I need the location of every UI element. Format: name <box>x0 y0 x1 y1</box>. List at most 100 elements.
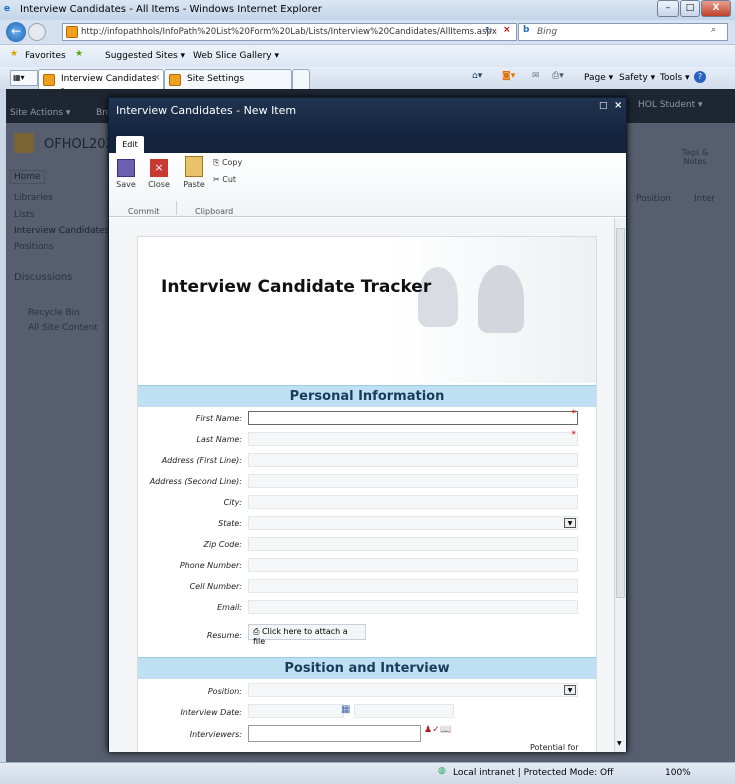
help-icon[interactable]: ? <box>694 71 706 83</box>
maximize-button[interactable]: □ <box>680 0 700 17</box>
all-site-content-link[interactable]: All Site Content <box>28 323 98 333</box>
resume-label: Resume: <box>206 631 242 640</box>
nav-lists[interactable]: Lists <box>14 210 34 220</box>
suggested-sites-link[interactable]: Suggested Sites ▾ <box>105 51 185 61</box>
text-input[interactable] <box>248 558 578 572</box>
refresh-icon[interactable]: ↻ <box>485 26 493 36</box>
new-item-dialog: Interview Candidates - New Item □ × Edit… <box>108 97 627 752</box>
check-names-icon[interactable]: ♟✓ <box>424 725 440 735</box>
close-dialog-icon[interactable]: × <box>614 100 622 111</box>
address-book-icon[interactable]: 📖 <box>440 725 451 735</box>
paste-button[interactable]: Paste <box>182 156 206 189</box>
form-scrollbar[interactable]: ▼ <box>614 218 626 752</box>
site-icon <box>169 74 181 86</box>
copy-label: Copy <box>221 158 243 167</box>
text-input[interactable] <box>248 600 578 614</box>
attach-label: Click here to attach a file <box>253 627 348 646</box>
interview-time-input[interactable] <box>354 704 454 718</box>
text-input[interactable]: * <box>248 409 578 425</box>
recycle-bin-link[interactable]: Recycle Bin <box>28 308 80 318</box>
scroll-down-icon[interactable]: ▼ <box>617 740 622 747</box>
tab-bar: ▦▾ Interview Candidates - ... × Site Set… <box>0 67 735 94</box>
nav-libraries[interactable]: Libraries <box>14 193 53 203</box>
close-window-button[interactable]: X <box>701 0 731 17</box>
text-input[interactable] <box>248 474 578 488</box>
address-input[interactable]: http://infopathhols/InfoPath%20List%20Fo… <box>62 23 517 41</box>
site-title[interactable]: OFHOL202 <box>44 137 114 152</box>
dropdown-arrow-icon: ▼ <box>564 685 576 695</box>
field-label: First Name: <box>195 414 242 423</box>
state-dropdown[interactable]: ▼ <box>248 516 578 530</box>
home-tab[interactable]: Home <box>10 170 45 184</box>
web-slice-gallery-link[interactable]: Web Slice Gallery ▾ <box>193 51 279 61</box>
feeds-icon[interactable]: ◙▾ <box>502 71 515 81</box>
search-placeholder: Bing <box>537 27 558 37</box>
field-label: Phone Number: <box>179 561 242 570</box>
field-label: Cell Number: <box>189 582 242 591</box>
page-menu[interactable]: Page ▾ <box>584 73 613 83</box>
save-label: Save <box>116 180 136 189</box>
favorites-button[interactable]: Favorites <box>25 51 66 61</box>
ie-logo-icon: e <box>4 4 11 14</box>
text-input[interactable]: * <box>248 430 578 446</box>
text-input[interactable] <box>248 537 578 551</box>
security-zone[interactable]: Local intranet | Protected Mode: Off <box>453 768 613 778</box>
status-bar: ◍ Local intranet | Protected Mode: Off 1… <box>0 762 735 784</box>
tab-interview-candidates[interactable]: Interview Candidates - ... × <box>38 69 164 94</box>
minimize-button[interactable]: – <box>657 0 679 17</box>
cut-button[interactable]: ✂ Cut <box>213 175 236 184</box>
nav-positions[interactable]: Positions <box>14 242 54 252</box>
title-bar: e Interview Candidates - All Items - Win… <box>0 0 735 20</box>
zoom-level[interactable]: 100% <box>665 768 691 778</box>
nav-interview-candidates[interactable]: Interview Candidates <box>14 226 109 236</box>
tab-label: Site Settings <box>187 74 245 84</box>
window-title: Interview Candidates - All Items - Windo… <box>20 4 322 15</box>
safety-menu[interactable]: Safety ▾ <box>619 73 655 83</box>
people-image <box>478 265 524 333</box>
cut-label: Cut <box>222 175 237 184</box>
ribbon-tab-strip <box>109 138 626 153</box>
copy-button[interactable]: ⎘ Copy <box>213 158 242 168</box>
group-commit-label: Commit <box>128 207 160 216</box>
save-button[interactable]: Save <box>115 159 137 189</box>
close-tab-icon[interactable]: × <box>153 73 161 83</box>
add-favorite-icon[interactable]: ★ <box>75 49 83 59</box>
tab-site-settings[interactable]: Site Settings <box>164 69 292 89</box>
scrollbar-thumb[interactable] <box>616 228 625 598</box>
position-dropdown[interactable]: ▼ <box>248 683 578 697</box>
save-icon <box>117 159 135 177</box>
calendar-icon[interactable]: ▦ <box>341 704 350 715</box>
text-input[interactable] <box>248 495 578 509</box>
text-input[interactable] <box>248 453 578 467</box>
nav-discussions[interactable]: Discussions <box>14 272 72 283</box>
interviewers-input[interactable] <box>248 725 421 742</box>
search-icon[interactable]: ⌕ <box>711 25 716 35</box>
tab-edit[interactable]: Edit <box>116 136 144 153</box>
site-actions-menu[interactable]: Site Actions ▾ <box>10 108 70 118</box>
stop-icon[interactable]: × <box>503 25 511 35</box>
forward-icon[interactable] <box>28 23 46 41</box>
required-marker: * <box>571 430 577 440</box>
interview-date-input[interactable] <box>248 704 344 718</box>
position-label: Position: <box>207 687 242 696</box>
tools-menu[interactable]: Tools ▾ <box>660 73 690 83</box>
attach-file-button[interactable]: ⎙ Click here to attach a file <box>248 624 366 646</box>
back-icon[interactable]: ← <box>6 22 26 42</box>
field-label: Address (First Line): <box>161 456 242 465</box>
close-button[interactable]: × Close <box>146 159 172 189</box>
required-marker: * <box>571 409 577 419</box>
user-menu[interactable]: HOL Student ▾ <box>638 100 703 110</box>
column-interview[interactable]: Inter <box>694 194 715 204</box>
close-icon: × <box>150 159 168 177</box>
home-icon[interactable]: ⌂▾ <box>472 71 482 81</box>
tags-notes-button[interactable]: Tags & Notes <box>678 148 712 166</box>
maximize-dialog-icon[interactable]: □ <box>599 101 608 111</box>
text-input[interactable] <box>248 579 578 593</box>
search-input[interactable]: b Bing ⌕ <box>518 23 728 41</box>
quick-tabs-icon[interactable]: ▦▾ <box>10 70 38 86</box>
mail-icon[interactable]: ✉ <box>532 71 540 81</box>
new-tab-button[interactable] <box>292 69 310 89</box>
print-icon[interactable]: ⎙▾ <box>552 71 564 81</box>
url-text: http://infopathhols/InfoPath%20List%20Fo… <box>81 27 497 37</box>
column-position[interactable]: Position <box>636 194 671 204</box>
